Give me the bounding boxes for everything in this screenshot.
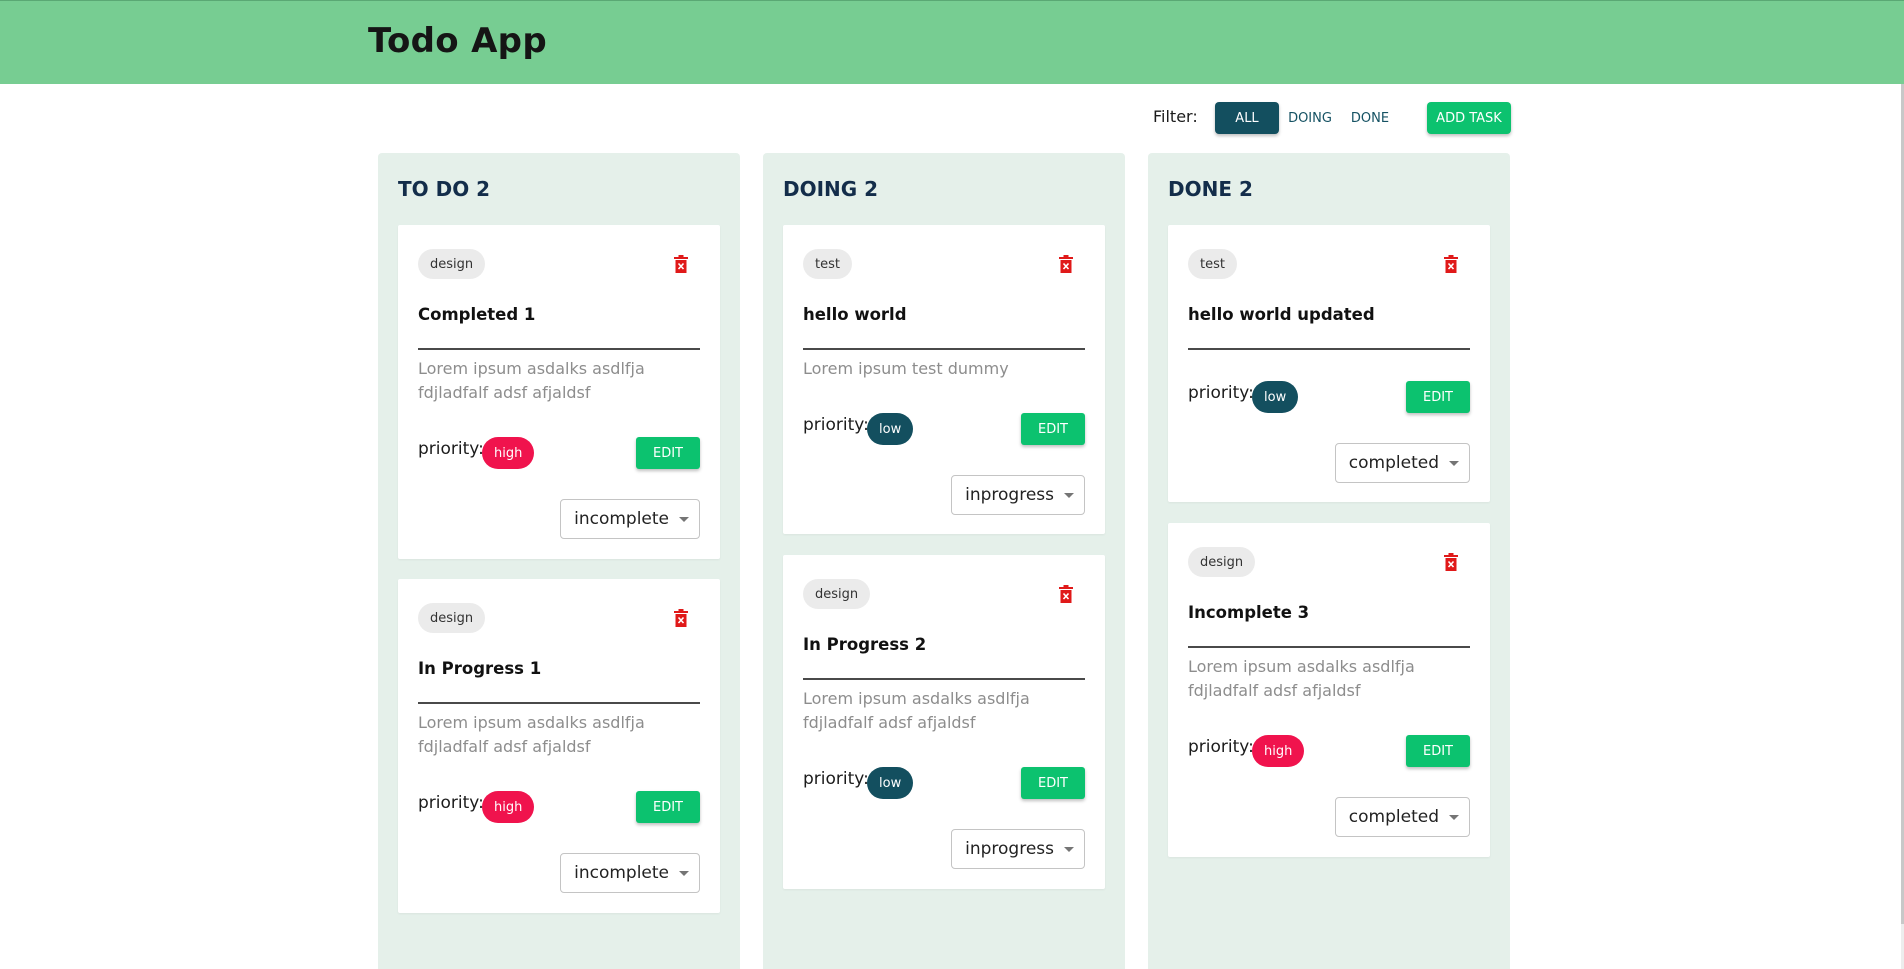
task-tag: test [1188, 249, 1237, 279]
status-value: completed [1348, 807, 1439, 827]
app-header: Todo App [0, 0, 1904, 84]
task-description: Lorem ipsum asdalks asdlfja fdjladfalf a… [418, 359, 645, 402]
task-card: design Completed 1 Lorem ipsum asdalks a… [398, 225, 720, 559]
trash-icon[interactable] [1444, 553, 1458, 571]
status-select[interactable]: inprogress [951, 829, 1085, 869]
task-description: Lorem ipsum test dummy [803, 359, 1009, 378]
edit-button[interactable]: EDIT [1406, 381, 1470, 413]
trash-icon[interactable] [674, 255, 688, 273]
priority-badge: low [1252, 381, 1299, 413]
status-value: inprogress [965, 485, 1054, 505]
priority-label: priority: [803, 769, 869, 789]
column-title: DONE 2 [1168, 177, 1253, 201]
task-card: design Incomplete 3 Lorem ipsum asdalks … [1168, 523, 1490, 857]
title-divider [418, 348, 700, 350]
filter-doing-button[interactable]: DOING [1282, 102, 1338, 134]
task-title: Completed 1 [418, 305, 536, 324]
priority-badge: low [867, 413, 914, 445]
task-card: design In Progress 1 Lorem ipsum asdalks… [398, 579, 720, 913]
edit-button[interactable]: EDIT [1021, 767, 1085, 799]
edit-button[interactable]: EDIT [1406, 735, 1470, 767]
task-title: Incomplete 3 [1188, 603, 1310, 622]
caret-down-icon [679, 870, 689, 876]
title-divider [1188, 646, 1470, 648]
column-done: DONE 2 test hello world updated priority… [1148, 153, 1510, 969]
title-divider [418, 702, 700, 704]
column-doing: DOING 2 test hello world Lorem ipsum tes… [763, 153, 1125, 969]
priority-label: priority: [418, 793, 484, 813]
task-tag: design [418, 603, 486, 633]
column-title: DOING 2 [783, 177, 879, 201]
filter-done-button[interactable]: DONE [1344, 102, 1396, 134]
filter-all-button[interactable]: ALL [1215, 102, 1279, 134]
status-select[interactable]: completed [1334, 797, 1470, 837]
priority-badge: high [482, 437, 535, 469]
filter-toolbar: Filter: ALL DOING DONE ADD TASK [1100, 100, 1511, 136]
status-value: inprogress [965, 839, 1054, 859]
caret-down-icon [1064, 846, 1074, 852]
priority-label: priority: [1188, 737, 1254, 757]
edit-button[interactable]: EDIT [636, 437, 700, 469]
task-title: In Progress 2 [803, 635, 927, 654]
priority-badge: high [482, 791, 535, 823]
trash-icon[interactable] [1059, 585, 1073, 603]
priority-label: priority: [803, 415, 869, 435]
title-divider [803, 348, 1085, 350]
priority-badge: high [1252, 735, 1305, 767]
task-tag: design [418, 249, 486, 279]
caret-down-icon [1449, 814, 1459, 820]
caret-down-icon [1449, 460, 1459, 466]
task-title: In Progress 1 [418, 659, 542, 678]
trash-icon[interactable] [674, 609, 688, 627]
task-card: test hello world Lorem ipsum test dummy … [783, 225, 1105, 534]
caret-down-icon [1064, 492, 1074, 498]
status-value: incomplete [574, 863, 669, 883]
task-tag: design [1188, 547, 1256, 577]
task-title: hello world updated [1188, 305, 1375, 324]
trash-icon[interactable] [1059, 255, 1073, 273]
filter-label: Filter: [1153, 107, 1198, 126]
caret-down-icon [679, 516, 689, 522]
task-tag: design [803, 579, 871, 609]
priority-badge: low [867, 767, 914, 799]
trash-icon[interactable] [1444, 255, 1458, 273]
edit-button[interactable]: EDIT [636, 791, 700, 823]
status-select[interactable]: incomplete [560, 853, 700, 893]
priority-label: priority: [1188, 383, 1254, 403]
column-title: TO DO 2 [398, 177, 491, 201]
task-description: Lorem ipsum asdalks asdlfja fdjladfalf a… [1188, 657, 1415, 700]
column-todo: TO DO 2 design Completed 1 Lorem ipsum a… [378, 153, 740, 969]
task-description: Lorem ipsum asdalks asdlfja fdjladfalf a… [803, 689, 1030, 732]
status-value: completed [1348, 453, 1439, 473]
task-card: test hello world updated priority: low E… [1168, 225, 1490, 502]
task-title: hello world [803, 305, 907, 324]
add-task-button[interactable]: ADD TASK [1427, 102, 1511, 134]
task-tag: test [803, 249, 852, 279]
status-select[interactable]: completed [1334, 443, 1470, 483]
task-description: Lorem ipsum asdalks asdlfja fdjladfalf a… [418, 713, 645, 756]
status-value: incomplete [574, 509, 669, 529]
title-divider [1188, 348, 1470, 350]
status-select[interactable]: incomplete [560, 499, 700, 539]
app-title: Todo App [368, 21, 547, 61]
title-divider [803, 678, 1085, 680]
edit-button[interactable]: EDIT [1021, 413, 1085, 445]
task-card: design In Progress 2 Lorem ipsum asdalks… [783, 555, 1105, 889]
priority-label: priority: [418, 439, 484, 459]
status-select[interactable]: inprogress [951, 475, 1085, 515]
